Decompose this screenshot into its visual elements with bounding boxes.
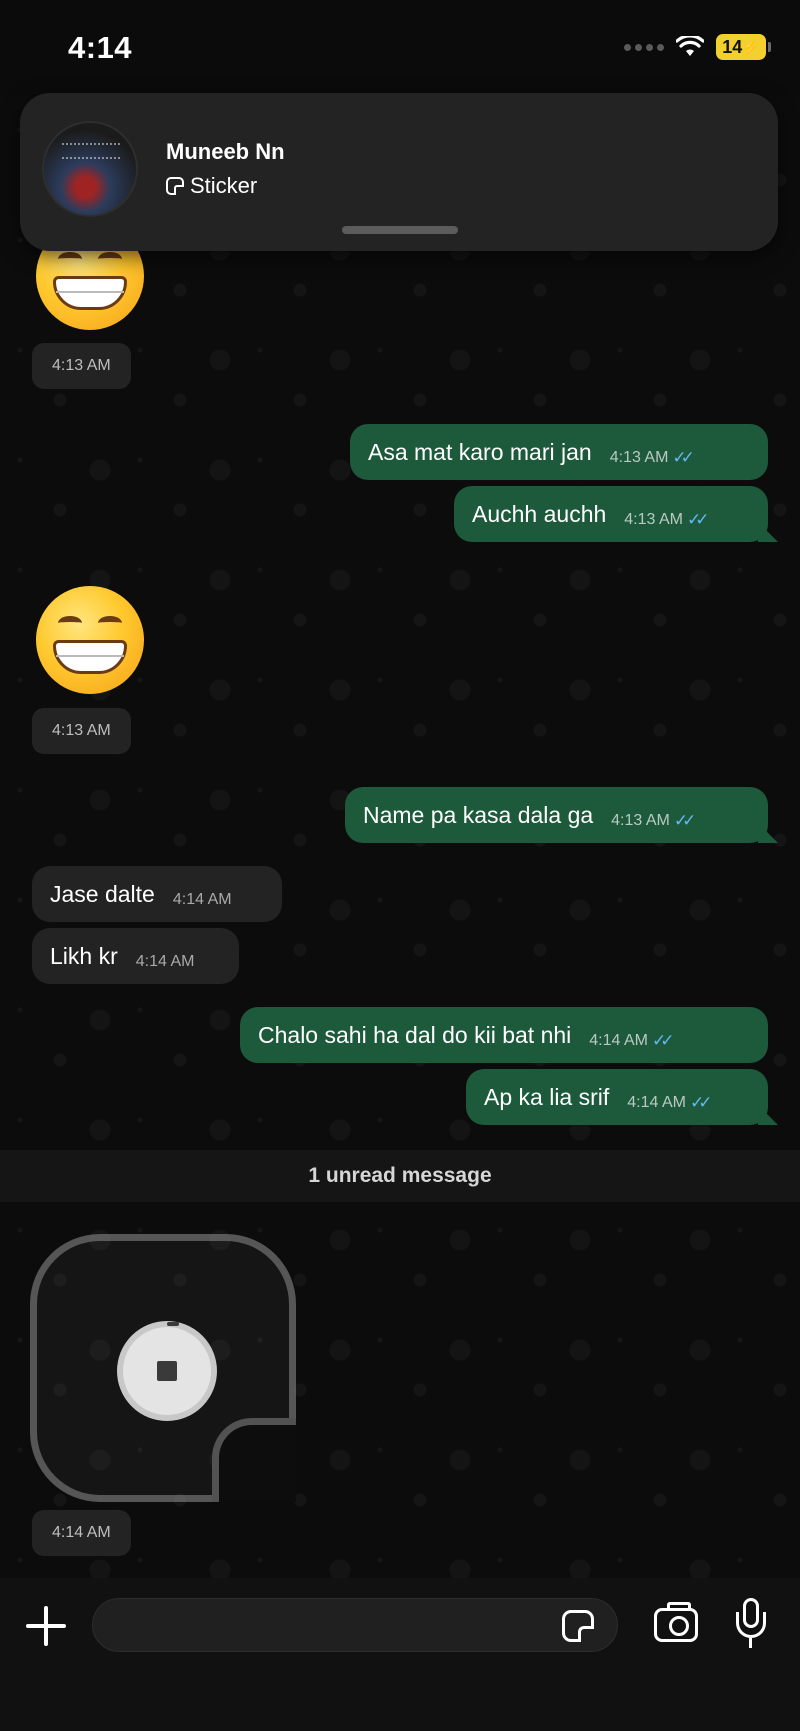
message-text: Asa mat karo mari jan	[368, 438, 592, 465]
message-text: Name pa kasa dala ga	[363, 801, 594, 828]
sticker-peel-corner	[212, 1418, 296, 1502]
outgoing-message[interactable]: Asa mat karo mari jan 4:13 AM ✓✓	[350, 424, 768, 480]
plus-icon[interactable]	[22, 1602, 70, 1650]
message-text: Likh kr	[50, 942, 118, 969]
notification-message-type: Sticker	[190, 173, 258, 198]
outgoing-message[interactable]: Chalo sahi ha dal do kii bat nhi 4:14 AM…	[240, 1007, 768, 1063]
battery-level: 14	[722, 36, 743, 57]
notification-banner[interactable]: Muneeb Nn Sticker	[20, 93, 778, 251]
outgoing-message[interactable]: Ap ka lia srif 4:14 AM ✓✓	[466, 1069, 768, 1125]
unread-divider: 1 unread message	[0, 1150, 800, 1202]
message-time: 4:13 AM	[624, 511, 683, 528]
message-text: Jase dalte	[50, 880, 155, 907]
status-time: 4:14	[68, 30, 133, 65]
outgoing-message[interactable]: Auchh auchh 4:13 AM ✓✓	[454, 486, 768, 542]
read-ticks-icon: ✓✓	[672, 448, 694, 467]
message-text: Ap ka lia srif	[484, 1083, 610, 1110]
incoming-message[interactable]: Jase dalte 4:14 AM	[32, 866, 282, 922]
message-time: 4:14 AM	[589, 1032, 648, 1049]
microphone-icon[interactable]	[736, 1598, 766, 1650]
cancel-download-button[interactable]	[117, 1321, 217, 1421]
read-ticks-icon: ✓✓	[673, 811, 696, 830]
cellular-signal-icon	[624, 43, 664, 51]
read-ticks-icon: ✓✓	[686, 510, 709, 529]
status-indicators: 14 ⚡	[624, 34, 771, 60]
message-time: 4:14 AM	[135, 953, 195, 970]
message-input-bar	[0, 1578, 800, 1731]
message-input[interactable]	[92, 1598, 618, 1652]
message-time: 4:14 AM	[172, 891, 232, 908]
incoming-message[interactable]: Likh kr 4:14 AM	[32, 928, 239, 984]
message-text: Chalo sahi ha dal do kii bat nhi	[258, 1021, 572, 1048]
message-time: 4:14 AM	[627, 1094, 686, 1111]
wifi-icon	[676, 36, 704, 56]
read-ticks-icon: ✓✓	[689, 1093, 712, 1112]
read-ticks-icon: ✓✓	[651, 1031, 674, 1050]
battery-icon: 14 ⚡	[716, 34, 771, 60]
message-time: 4:13 AM	[609, 449, 669, 466]
stop-icon	[157, 1361, 177, 1381]
status-bar: 4:14 14 ⚡	[0, 0, 800, 96]
notification-drag-handle[interactable]	[342, 226, 458, 234]
sticker-timestamp: 4:13 AM	[32, 708, 131, 754]
sticker-timestamp: 4:14 AM	[32, 1510, 131, 1556]
message-time: 4:13 AM	[611, 812, 670, 829]
message-text: Auchh auchh	[472, 500, 607, 527]
loading-sticker[interactable]	[30, 1234, 296, 1502]
emoji-sticker[interactable]	[36, 586, 144, 694]
avatar	[42, 121, 138, 217]
sticker-icon	[166, 177, 184, 195]
camera-icon[interactable]	[654, 1602, 698, 1642]
notification-preview: Sticker	[166, 173, 257, 199]
sticker-timestamp: 4:13 AM	[32, 343, 131, 389]
notification-contact-name: Muneeb Nn	[166, 139, 285, 164]
outgoing-message[interactable]: Name pa kasa dala ga 4:13 AM ✓✓	[345, 787, 768, 843]
sticker-icon[interactable]	[562, 1610, 594, 1642]
